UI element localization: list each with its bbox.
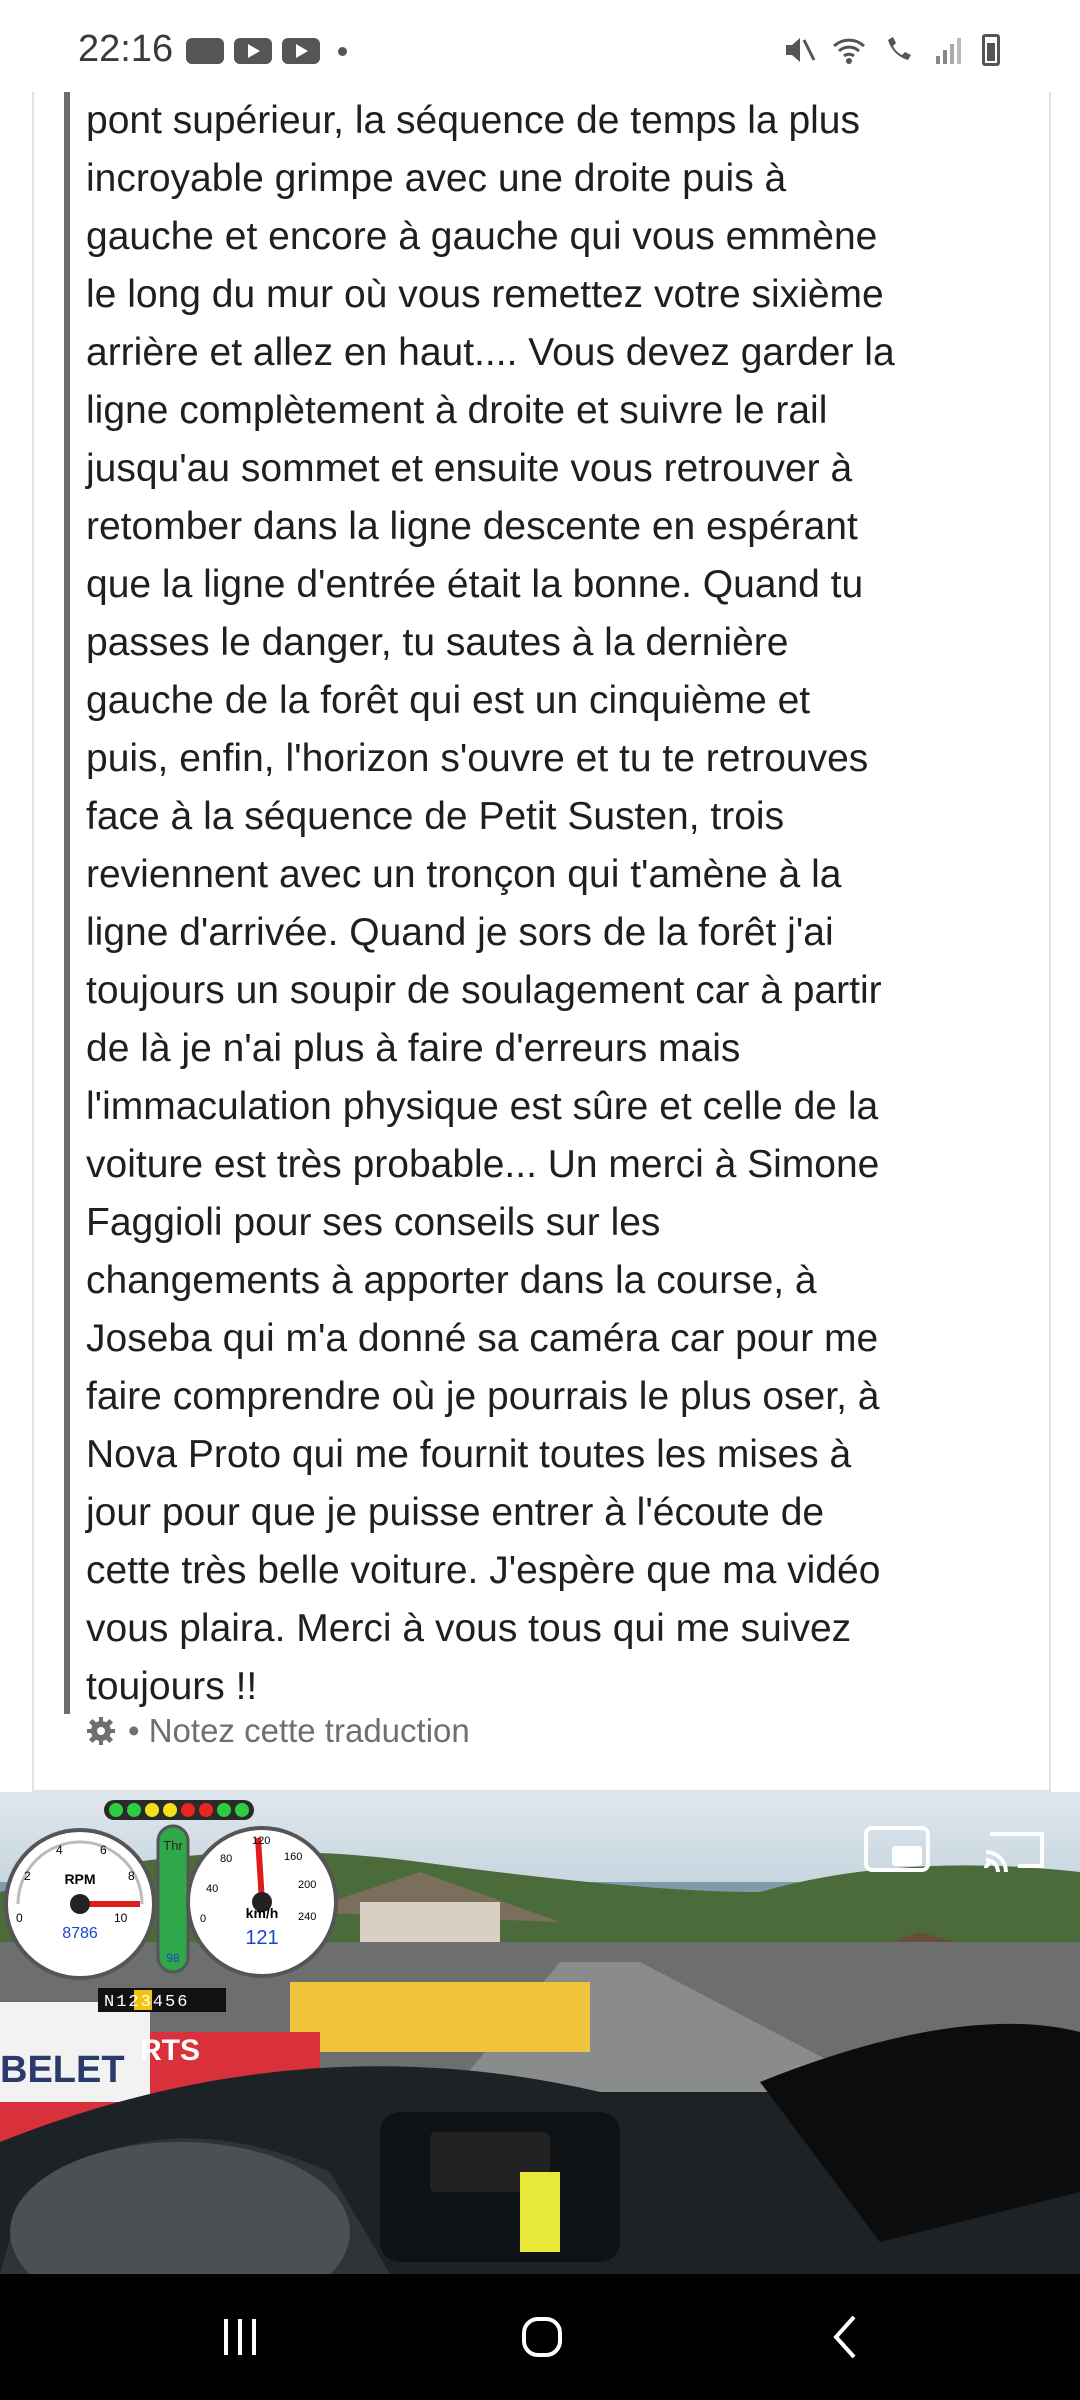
youtube-notification-icon-2 [282, 38, 320, 64]
video-player[interactable]: RPM 8786 0 2 4 6 8 10 Thr 98 km/h 121 0 … [0, 1792, 1080, 2274]
gear-icon [87, 1717, 115, 1745]
video-controls [862, 1824, 1050, 1874]
cast-icon[interactable] [980, 1824, 1050, 1874]
recent-apps-icon [224, 2319, 256, 2355]
text-line: jour pour que je puisse entrer à l'écout… [86, 1491, 825, 1534]
text-line: reviennent avec un tronçon qui t'amène à… [86, 853, 842, 896]
text-line: l'immaculation physique est sûre et cell… [86, 1085, 879, 1128]
system-navigation-bar [0, 2274, 1080, 2400]
youtube-notification-icon [234, 38, 272, 64]
wifi-icon [832, 38, 866, 64]
banner-belet: BELET [0, 2049, 125, 2091]
rate-translation-link[interactable]: • Notez cette traduction [128, 1712, 470, 1750]
home-icon [522, 2317, 562, 2357]
miniplayer-icon[interactable] [862, 1824, 932, 1874]
notification-icons [186, 38, 347, 64]
video-call-notification-icon [186, 38, 224, 64]
text-line: arrière et allez en haut.... Vous devez … [86, 331, 895, 374]
recent-apps-button[interactable] [180, 2274, 300, 2400]
text-line: ligne d'arrivée. Quand je sors de la for… [86, 911, 834, 954]
text-line: gauche de la forêt qui est un cinquième … [86, 679, 811, 722]
home-button[interactable] [482, 2274, 602, 2400]
text-line: face à la séquence de Petit Susten, troi… [86, 795, 785, 838]
text-line: cette très belle voiture. J'espère que m… [86, 1549, 881, 1592]
text-line: retomber dans la ligne descente en espér… [86, 505, 858, 548]
text-line: Nova Proto qui me fournit toutes les mis… [86, 1433, 852, 1476]
translated-comment-card: pont supérieur, la séquence de temps la … [32, 92, 1051, 1792]
signal-icon [936, 38, 961, 64]
wifi-calling-icon [888, 37, 911, 60]
back-icon [833, 2315, 856, 2359]
text-line: le long du mur où vous remettez votre si… [86, 273, 884, 316]
battery-icon [982, 34, 1000, 66]
text-line: que la ligne d'entrée était la bonne. Qu… [86, 563, 864, 606]
status-time: 22:16 [78, 28, 174, 70]
text-line: voiture est très probable... Un merci à … [86, 1143, 880, 1186]
text-line: passes le danger, tu sautes à la dernièr… [86, 621, 789, 664]
text-line: toujours un soupir de soulagement car à … [86, 969, 882, 1012]
more-notifications-icon [338, 46, 347, 56]
status-bar: 22:16 [0, 0, 1080, 92]
text-line: vous plaira. Merci à vous tous qui me su… [86, 1607, 852, 1650]
text-line: de là je n'ai plus à faire d'erreurs mai… [86, 1027, 741, 1070]
text-line: Joseba qui m'a donné sa caméra car pour … [86, 1317, 879, 1360]
text-line: gauche et encore à gauche qui vous emmèn… [86, 215, 878, 258]
text-line: pont supérieur, la séquence de temps la … [86, 99, 861, 142]
back-button[interactable] [786, 2274, 906, 2400]
text-line: toujours !! [86, 1665, 258, 1708]
text-line: ligne complètement à droite et suivre le… [86, 389, 828, 432]
translated-text: pont supérieur, la séquence de temps la … [86, 92, 1016, 1716]
system-icons [782, 34, 1000, 66]
mute-icon [786, 38, 816, 62]
banner-rts: RTS [140, 2034, 200, 2067]
rate-translation-row[interactable]: • Notez cette traduction [86, 1712, 470, 1750]
text-line: incroyable grimpe avec une droite puis à [86, 157, 787, 200]
text-line: Faggioli pour ses conseils sur les [86, 1201, 661, 1244]
text-line: jusqu'au sommet et ensuite vous retrouve… [86, 447, 853, 490]
text-line: puis, enfin, l'horizon s'ouvre et tu te … [86, 737, 869, 780]
text-line: faire comprendre où je pourrais le plus … [86, 1375, 880, 1418]
text-line: changements à apporter dans la course, à [86, 1259, 817, 1302]
